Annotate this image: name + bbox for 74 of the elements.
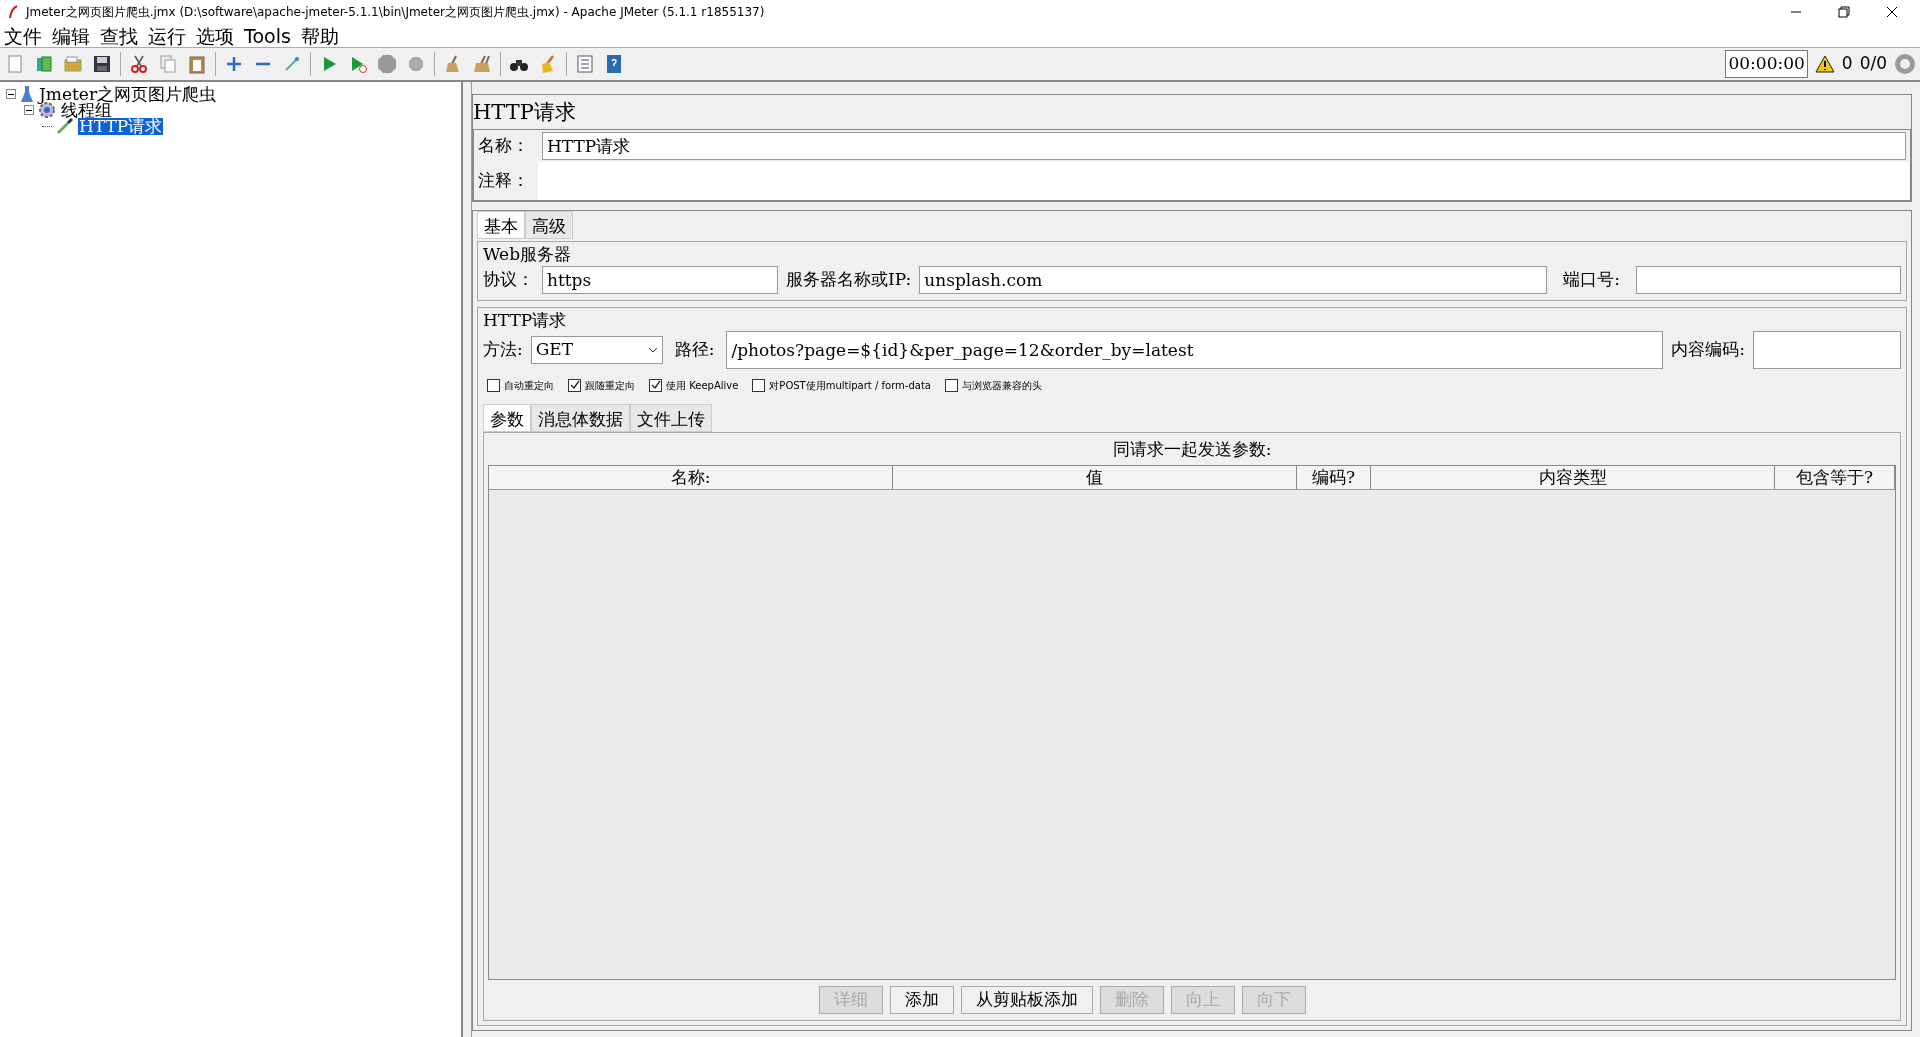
tab[interactable]: 参数 [483,404,531,432]
server-field[interactable]: unsplash.com [919,266,1548,294]
tab[interactable]: 消息体数据 [531,404,630,432]
path-label: 路径: [673,338,716,362]
column-header[interactable]: 内容类型 [1371,466,1775,489]
checkbox-label: 使用 KeepAlive [666,378,739,393]
warning-icon[interactable] [1814,55,1835,73]
save-icon[interactable] [91,53,113,75]
column-header[interactable]: 值 [893,466,1297,489]
encoding-label: 内容编码: [1671,338,1745,362]
menu-item[interactable]: 选项 [196,24,234,47]
caret-icon [647,347,658,353]
menu-item[interactable]: 运行 [148,24,186,47]
tab[interactable]: 文件上传 [630,404,712,432]
cut-icon[interactable] [128,53,150,75]
tree-item[interactable]: 线程组 [60,101,113,119]
menu-item[interactable]: 文件 [4,24,42,47]
column-header[interactable]: 编码? [1297,466,1371,489]
protocol-field[interactable]: https [542,266,778,294]
column-header[interactable]: 包含等于? [1775,466,1895,489]
method-label: 方法: [483,338,523,362]
menu-item[interactable]: 帮助 [300,24,339,47]
window-title: Jmeter之网页图片爬虫.jmx (D:\software\apache-jmeter-5.1.1\bin\Jmeter之网页图片爬虫.jmx) - Apache JMeter (5.1.1 r1855137) [26,4,766,21]
tab[interactable]: 高级 [525,211,573,239]
flask-icon [20,85,34,103]
name-field[interactable]: HTTP请求 [542,132,1906,160]
column-header[interactable]: 名称: [489,466,893,489]
checkbox[interactable] [944,378,958,392]
list-icon[interactable] [574,53,596,75]
checkbox[interactable] [568,378,581,392]
stop-icon[interactable] [376,53,398,75]
paste-icon[interactable] [186,53,208,75]
encoding-field[interactable] [1753,331,1901,369]
checkbox-label: 对POST使用multipart / form-data [769,378,931,393]
menu-item[interactable]: 查找 [100,24,138,47]
check-icon [569,380,580,390]
method-dropdown[interactable]: GET [530,336,663,364]
copy-icon[interactable] [157,53,179,75]
pipette-icon [56,117,74,135]
broom-icon[interactable] [471,53,493,75]
checkbox[interactable] [487,378,500,392]
path-field[interactable]: /photos?page=${id}&per_page=12&order_by=latest [726,331,1664,369]
tree-item[interactable]: HTTP请求 [78,117,164,135]
name-label: 名称： [478,134,530,158]
warning-count: 0 [1841,52,1853,76]
collapse-toggle[interactable] [6,89,16,99]
open-folder-icon[interactable] [62,53,84,75]
menu-item[interactable]: 编辑 [52,24,90,47]
remote-status-icon [1894,53,1916,75]
collapse-toggle[interactable] [24,105,34,115]
checkbox[interactable] [752,378,766,392]
table-action-button[interactable]: 从剪贴板添加 [960,986,1093,1014]
checkbox-label: 跟随重定向 [585,378,635,393]
checkbox[interactable] [649,378,662,392]
thread-count: 0/0 [1859,52,1887,76]
panel-title: HTTP请求 [473,99,577,126]
checkbox-label: 自动重定向 [504,378,554,393]
comments-field[interactable] [538,162,1910,200]
checkbox-label: 与浏览器兼容的头 [961,378,1042,393]
protocol-label: 协议： [483,268,534,292]
port-field[interactable] [1636,266,1901,294]
elapsed-time: 00:00:00 [1725,50,1808,78]
port-label: 端口号: [1562,268,1621,292]
menu-item[interactable]: Tools [244,24,291,47]
params-caption: 同请求一起发送参数: [1111,438,1273,461]
fieldset-legend: Web服务器 [483,242,1901,264]
tree-item[interactable]: Jmeter之网页图片爬虫 [38,85,217,103]
tab[interactable]: 基本 [477,211,525,239]
table-action-button[interactable]: 添加 [889,986,954,1014]
feather-icon [8,5,18,19]
server-label: 服务器名称或IP: [786,268,912,292]
comments-label: 注释： [478,169,530,193]
fieldset-legend: HTTP请求 [483,308,1901,330]
check-icon [650,380,661,390]
